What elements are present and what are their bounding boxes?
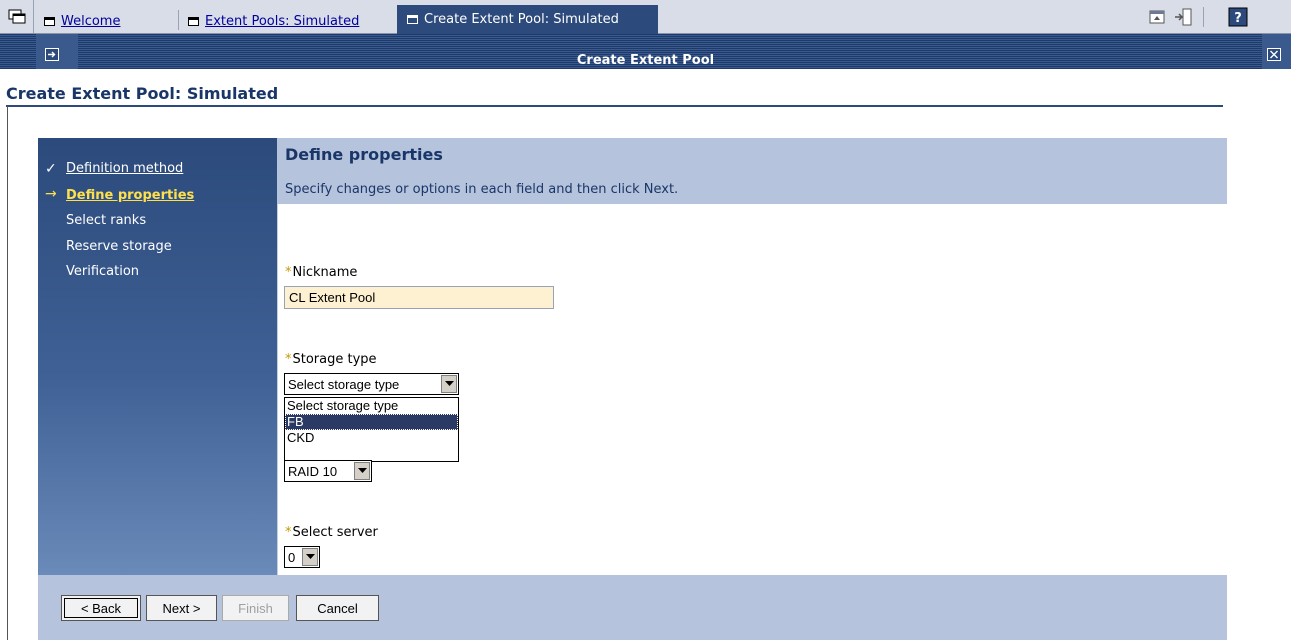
option-fb[interactable]: FB bbox=[285, 414, 458, 430]
tab-label: Extent Pools: Simulated bbox=[205, 13, 360, 29]
step-select-ranks: Select ranks bbox=[66, 213, 147, 228]
checkmark-icon: ✓ bbox=[45, 161, 57, 177]
storage-type-options: Select storage type FB CKD bbox=[284, 397, 459, 462]
dropdown-arrow-icon[interactable] bbox=[441, 375, 457, 393]
tab-label: Create Extent Pool: Simulated bbox=[424, 12, 619, 27]
next-button[interactable]: Next > bbox=[146, 595, 217, 621]
option-ckd[interactable]: CKD bbox=[285, 430, 458, 446]
page-title: Create Extent Pool: Simulated bbox=[6, 84, 279, 103]
required-mark: * bbox=[285, 525, 292, 540]
toolbar-divider bbox=[1203, 7, 1204, 27]
back-button[interactable]: < Back bbox=[61, 595, 141, 621]
console-icon[interactable] bbox=[0, 0, 34, 33]
tab-welcome[interactable]: Welcome bbox=[44, 9, 120, 33]
tab-create-extent-pool[interactable]: Create Extent Pool: Simulated bbox=[397, 5, 658, 34]
cancel-button[interactable]: Cancel bbox=[296, 595, 379, 621]
window-icon bbox=[407, 15, 418, 24]
svg-text:?: ? bbox=[1234, 11, 1242, 26]
frame-border bbox=[7, 106, 8, 640]
help-icon[interactable]: ? bbox=[1228, 7, 1248, 27]
minimize-icon[interactable] bbox=[1148, 8, 1166, 26]
tab-divider bbox=[178, 10, 179, 30]
server-label: *Select server bbox=[285, 525, 378, 540]
storage-type-select[interactable]: Select storage type bbox=[284, 373, 459, 395]
step-title: Define properties bbox=[285, 145, 443, 164]
tab-label: Welcome bbox=[61, 13, 121, 29]
portlet-title: Create Extent Pool bbox=[576, 53, 715, 68]
logout-icon[interactable] bbox=[1174, 8, 1192, 26]
required-mark: * bbox=[285, 265, 292, 280]
nickname-label-text: Nickname bbox=[292, 265, 358, 280]
raid-type-select[interactable]: RAID 10 bbox=[284, 460, 372, 482]
step-reserve-storage: Reserve storage bbox=[66, 239, 172, 254]
window-icon bbox=[188, 16, 199, 26]
server-value: 0 bbox=[288, 549, 296, 565]
nickname-input[interactable] bbox=[284, 286, 554, 309]
dropdown-arrow-icon[interactable] bbox=[302, 548, 318, 566]
server-select[interactable]: 0 bbox=[284, 546, 320, 568]
title-rule bbox=[6, 105, 1223, 107]
dropdown-arrow-icon[interactable] bbox=[354, 462, 370, 480]
server-label-text: Select server bbox=[292, 525, 378, 540]
option-select-storage-type[interactable]: Select storage type bbox=[285, 398, 458, 414]
nickname-label: *Nickname bbox=[285, 265, 357, 280]
close-icon[interactable] bbox=[1267, 48, 1281, 61]
finish-button: Finish bbox=[222, 595, 289, 621]
step-definition-method[interactable]: Definition method bbox=[66, 161, 183, 176]
required-mark: * bbox=[285, 352, 292, 367]
storage-type-value: Select storage type bbox=[288, 376, 400, 392]
step-define-properties[interactable]: Define properties bbox=[66, 188, 194, 203]
step-description: Specify changes or options in each field… bbox=[285, 182, 679, 197]
window-icon bbox=[44, 16, 55, 26]
raid-type-value: RAID 10 bbox=[288, 463, 338, 479]
current-step-arrow-icon: → bbox=[45, 186, 57, 202]
tab-extent-pools[interactable]: Extent Pools: Simulated bbox=[188, 9, 359, 33]
storage-type-label: *Storage type bbox=[285, 352, 377, 367]
step-verification: Verification bbox=[66, 264, 140, 279]
storage-type-label-text: Storage type bbox=[292, 352, 377, 367]
wizard-steps-panel bbox=[38, 138, 277, 575]
